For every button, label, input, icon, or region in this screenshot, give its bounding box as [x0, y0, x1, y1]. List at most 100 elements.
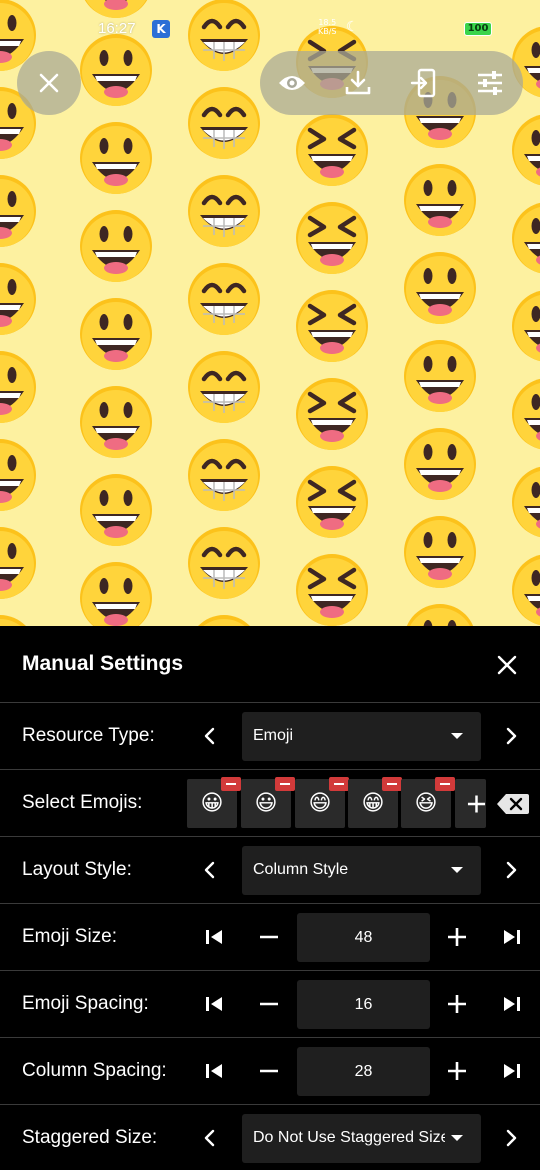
manual-settings-panel: Manual Settings Resource Type: Emoji Sel… [0, 626, 540, 1170]
remove-emoji-button[interactable] [275, 777, 295, 791]
close-preview-button[interactable] [17, 51, 81, 115]
staggered-size-value: Do Not Use Staggered Size [253, 1129, 445, 1146]
emoji-smiley [512, 290, 540, 362]
download-button[interactable] [338, 63, 378, 103]
settings-button[interactable] [470, 63, 510, 103]
plus-icon [448, 1062, 466, 1080]
remove-emoji-button[interactable] [221, 777, 241, 791]
add-emoji-button[interactable] [455, 779, 486, 828]
preview-toolbar [260, 51, 523, 115]
layout-style-row: Layout Style: Column Style [0, 836, 540, 903]
staggered-size-select[interactable]: Do Not Use Staggered Size [242, 1114, 481, 1163]
clear-emojis-button[interactable] [496, 792, 530, 816]
sliders-icon [478, 71, 502, 95]
staggered-size-next-button[interactable] [499, 1125, 525, 1151]
skip-to-end-icon [504, 930, 520, 944]
panel-header: Manual Settings [0, 626, 540, 702]
emoji-smiley [512, 466, 540, 538]
layout-style-next-button[interactable] [499, 857, 525, 883]
layout-style-label: Layout Style: [22, 859, 132, 880]
staggered-size-prev-button[interactable] [196, 1125, 222, 1151]
emoji-chip[interactable]: 😆 [401, 777, 455, 828]
column-spacing-value[interactable]: 28 [297, 1047, 430, 1096]
emoji-smiley [512, 202, 540, 274]
emoji-smiley [0, 615, 26, 626]
remove-emoji-button[interactable] [382, 777, 402, 791]
remove-emoji-button[interactable] [435, 777, 455, 791]
emoji-size-increase-button[interactable] [444, 924, 470, 950]
remove-emoji-button[interactable] [329, 777, 349, 791]
close-panel-button[interactable] [492, 650, 522, 680]
chevron-left-icon [204, 861, 215, 879]
network-speed: 18.5 KB/S [318, 18, 337, 36]
skip-to-end-icon [504, 997, 520, 1011]
skip-to-start-icon [206, 930, 222, 944]
skip-to-end-icon [504, 1064, 520, 1078]
status-time: 16:27 [98, 20, 136, 37]
emoji-smiley [404, 340, 476, 412]
emoji-grinning-big-eyes [80, 562, 152, 626]
emoji-size-decrease-button[interactable] [256, 924, 282, 950]
emoji-size-row: Emoji Size: 48 [0, 903, 540, 970]
emoji-smiley [0, 263, 36, 335]
emoji-smiley [512, 114, 540, 186]
emoji-smiley [512, 554, 540, 626]
emoji-chip[interactable]: 😃 [241, 777, 295, 828]
emoji-chip[interactable]: 😁 [348, 777, 402, 828]
resource-type-prev-button[interactable] [196, 723, 222, 749]
resource-type-value: Emoji [253, 727, 294, 744]
resource-type-select[interactable]: Emoji [242, 712, 481, 761]
layout-style-value: Column Style [253, 861, 349, 878]
preview-button[interactable] [272, 63, 312, 103]
resource-type-label: Resource Type: [22, 725, 155, 746]
column-spacing-max-button[interactable] [499, 1058, 525, 1084]
column-spacing-min-button[interactable] [201, 1058, 227, 1084]
emoji-size-max-button[interactable] [499, 924, 525, 950]
emoji-beaming-teeth [188, 87, 260, 159]
mute-icon: ☾ [346, 19, 365, 35]
status-bar: 16:27 K 18.5 KB/S ☾ 100 [0, 14, 540, 44]
minus-icon [260, 1069, 278, 1073]
set-wallpaper-button[interactable] [404, 63, 444, 103]
emoji-spacing-label: Emoji Spacing: [22, 993, 149, 1014]
column-spacing-increase-button[interactable] [444, 1058, 470, 1084]
emoji-spacing-row: Emoji Spacing: 16 [0, 970, 540, 1037]
emoji-size-value[interactable]: 48 [297, 913, 430, 962]
emoji-squinting-laugh [296, 114, 368, 186]
emoji-spacing-increase-button[interactable] [444, 991, 470, 1017]
emoji-beaming-teeth [188, 439, 260, 511]
caret-down-icon [451, 733, 463, 739]
layout-style-prev-button[interactable] [196, 857, 222, 883]
emoji-grinning-big-eyes [80, 298, 152, 370]
emoji-squinting-laugh [296, 202, 368, 274]
chevron-left-icon [204, 1129, 215, 1147]
network-speed-unit: KB/S [318, 27, 337, 36]
resource-type-row: Resource Type: Emoji [0, 702, 540, 769]
backspace-icon [497, 794, 529, 814]
emoji-grinning-big-eyes [80, 210, 152, 282]
emoji-spacing-value[interactable]: 16 [297, 980, 430, 1029]
emoji-chip[interactable]: 😄 [295, 777, 349, 828]
emoji-chip[interactable]: 😀 [187, 777, 241, 828]
emoji-grinning-big-eyes [80, 474, 152, 546]
emoji-squinting-laugh [296, 378, 368, 450]
minus-icon [260, 1002, 278, 1006]
emoji-spacing-decrease-button[interactable] [256, 991, 282, 1017]
caret-down-icon [451, 867, 463, 873]
emoji-size-min-button[interactable] [201, 924, 227, 950]
emoji-chip-glyph: 😄 [308, 791, 332, 816]
emoji-chip-glyph: 😀 [200, 791, 224, 816]
emoji-beaming-teeth [188, 175, 260, 247]
caret-down-icon [451, 1135, 463, 1141]
emoji-smiley [404, 164, 476, 236]
emoji-spacing-min-button[interactable] [201, 991, 227, 1017]
emoji-smiley [404, 252, 476, 324]
emoji-spacing-max-button[interactable] [499, 991, 525, 1017]
column-spacing-decrease-button[interactable] [256, 1058, 282, 1084]
staggered-size-row: Staggered Size: Do Not Use Staggered Siz… [0, 1104, 540, 1170]
emoji-smiley [404, 428, 476, 500]
chevron-right-icon [506, 861, 517, 879]
resource-type-next-button[interactable] [499, 723, 525, 749]
layout-style-select[interactable]: Column Style [242, 846, 481, 895]
plus-icon [448, 995, 466, 1013]
